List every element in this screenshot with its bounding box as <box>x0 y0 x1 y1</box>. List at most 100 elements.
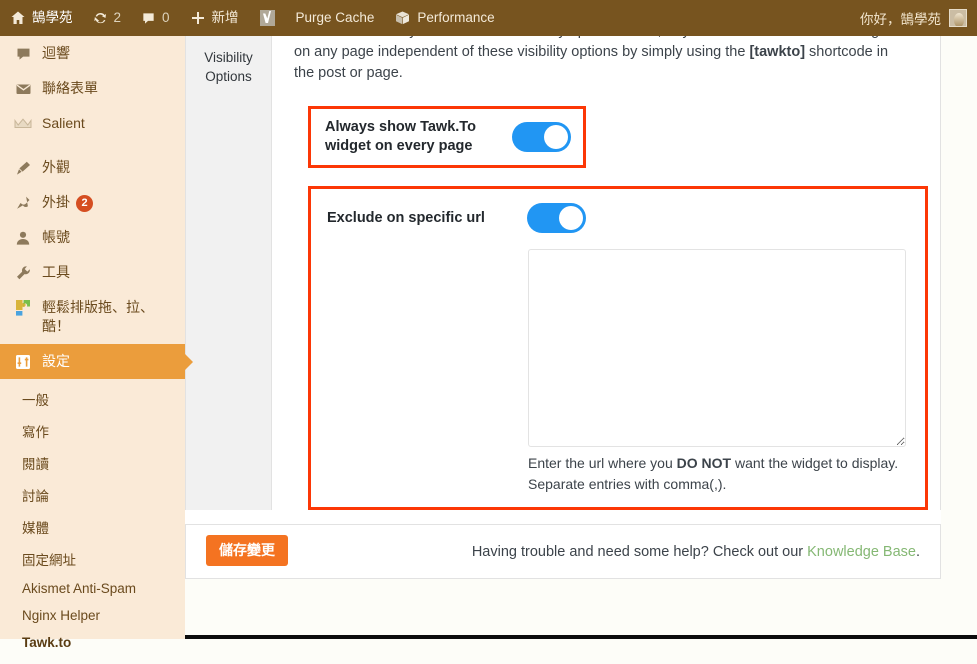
adminbar-comments-count: 0 <box>162 11 170 25</box>
sidebar-item-4[interactable]: 外觀 <box>0 150 185 185</box>
adminbar-performance-label: Performance <box>417 11 494 25</box>
always-show-toggle[interactable] <box>512 122 571 152</box>
sidebar-item-label: 設定 <box>42 352 175 371</box>
brush-icon <box>13 158 33 177</box>
footer-help-text: Having trouble and need some help? Check… <box>472 544 920 560</box>
updates-icon <box>93 11 108 26</box>
table-row: Visibility Options Please Note: that you… <box>186 36 941 510</box>
performance-cube-icon <box>394 10 411 26</box>
envelope-icon <box>13 79 33 98</box>
form-footer: 儲存變更 Having trouble and need some help? … <box>185 524 941 579</box>
sidebar-item-label: 輕鬆排版拖、拉、酷！ <box>42 298 175 336</box>
sidebar-item-label: 外觀 <box>42 158 175 177</box>
adminbar-howdy-label: 你好，鵠學苑 <box>860 8 941 28</box>
note-text: Please Note: that you can use the visibi… <box>294 36 940 84</box>
comment-icon <box>13 44 33 63</box>
puzzle-icon <box>13 298 33 317</box>
always-show-label: Always show Tawk.To widget on every page <box>325 118 502 156</box>
admin-bar-left: 鵠學苑 2 0 新增 <box>0 0 505 36</box>
sidebar-item-label: 聯絡表單 <box>42 79 175 98</box>
footer-help-prefix: Having trouble and need some help? Check… <box>472 544 807 560</box>
exclude-url-toggle[interactable] <box>527 203 586 233</box>
note-shortcode: [tawkto] <box>749 44 805 60</box>
exclude-help-1a: Enter the url where you <box>528 455 677 471</box>
plug-icon <box>13 193 33 212</box>
exclude-url-option-box: Exclude on specific url Enter the url wh… <box>308 186 928 510</box>
exclude-url-label: Exclude on specific url <box>327 210 527 226</box>
adminbar-updates[interactable]: 2 <box>83 0 132 36</box>
note-line-2b: shortcode in <box>805 44 888 60</box>
sidebar-item-1[interactable]: 迴響 <box>0 36 185 71</box>
adminbar-site-name-label: 鵠學苑 <box>32 11 73 25</box>
adminbar-comments[interactable]: 0 <box>131 0 180 36</box>
section-label: Visibility Options <box>204 50 253 84</box>
sidebar-submenu-item-9[interactable]: Tawk.to <box>0 629 185 656</box>
adminbar-performance[interactable]: Performance <box>384 0 504 36</box>
always-show-option-box: Always show Tawk.To widget on every page <box>308 106 586 168</box>
exclude-url-row: Exclude on specific url <box>327 203 925 233</box>
sidebar-item-6[interactable]: 帳號 <box>0 220 185 255</box>
sidebar-item-label: 外掛2 <box>42 193 175 212</box>
plus-icon <box>190 10 206 26</box>
admin-sidebar: 迴響聯絡表單 Salient 外觀外掛2 帳號工具輕鬆排版拖、拉、酷！ 設定 一般寫作閱… <box>0 36 185 639</box>
sidebar-item-2[interactable]: 聯絡表單 <box>0 71 185 106</box>
knowledge-base-link[interactable]: Knowledge Base <box>807 544 916 560</box>
sidebar-menu: 迴響聯絡表單 Salient 外觀外掛2 帳號工具輕鬆排版拖、拉、酷！ 設定 <box>0 36 185 379</box>
adminbar-yoast[interactable] <box>249 0 286 36</box>
adminbar-new-content-label: 新增 <box>212 11 239 25</box>
yoast-icon <box>259 9 276 27</box>
sidebar-item-7[interactable]: 工具 <box>0 255 185 290</box>
adminbar-purge-cache-label: Purge Cache <box>296 11 375 25</box>
sidebar-submenu-item-8[interactable]: Nginx Helper <box>0 602 185 629</box>
sidebar-submenu-item-7[interactable]: Akismet Anti-Spam <box>0 575 185 602</box>
sidebar-submenu-item-5[interactable]: 媒體 <box>0 511 185 543</box>
note-line-2: on any page independent of these visibil… <box>294 42 940 63</box>
main-content: Visibility Options Please Note: that you… <box>185 36 977 639</box>
user-icon <box>13 228 33 247</box>
home-icon <box>10 10 26 26</box>
adminbar-site-name[interactable]: 鵠學苑 <box>0 0 83 36</box>
exclude-url-textarea[interactable] <box>528 249 906 447</box>
note-line-2a: on any page independent of these visibil… <box>294 44 749 60</box>
adminbar-new-content[interactable]: 新增 <box>180 0 249 36</box>
toggle-knob <box>559 206 583 230</box>
sidebar-item-label: Salient <box>42 114 175 133</box>
settings-sliders-icon <box>13 352 33 371</box>
page-right-edge <box>941 36 977 639</box>
wrench-icon <box>13 263 33 282</box>
sidebar-submenu-settings: 一般寫作閱讀討論媒體固定網址Akismet Anti-SpamNginx Hel… <box>0 379 185 664</box>
sidebar-item-9[interactable]: 設定 <box>0 344 185 379</box>
adminbar-updates-count: 2 <box>114 11 122 25</box>
sidebar-item-label: 帳號 <box>42 228 175 247</box>
sidebar-submenu-item-4[interactable]: 討論 <box>0 479 185 511</box>
crown-icon <box>13 114 33 133</box>
sidebar-item-8[interactable]: 輕鬆排版拖、拉、酷！ <box>0 290 185 344</box>
admin-bar: 鵠學苑 2 0 新增 <box>0 0 977 36</box>
adminbar-purge-cache[interactable]: Purge Cache <box>286 0 385 36</box>
toggle-knob <box>544 125 568 149</box>
sidebar-submenu-item-3[interactable]: 閱讀 <box>0 447 185 479</box>
section-label-cell: Visibility Options <box>186 36 272 510</box>
exclude-help-1c: want the widget to display. <box>731 455 898 471</box>
note-line-3: the post or page. <box>294 63 940 84</box>
sidebar-item-badge: 2 <box>76 195 93 212</box>
avatar <box>949 9 967 27</box>
sidebar-item-label: 工具 <box>42 263 175 282</box>
exclude-help-2: Separate entries with comma(,). <box>528 474 908 495</box>
exclude-url-help: Enter the url where you DO NOT want the … <box>528 453 908 495</box>
sidebar-submenu-item-1[interactable]: 一般 <box>0 383 185 415</box>
adminbar-account[interactable]: 你好，鵠學苑 <box>860 8 977 28</box>
sidebar-item-5[interactable]: 外掛2 <box>0 185 185 220</box>
save-button[interactable]: 儲存變更 <box>206 535 288 566</box>
exclude-url-input-column: Enter the url where you DO NOT want the … <box>528 249 925 495</box>
visibility-options-table: Visibility Options Please Note: that you… <box>185 36 941 510</box>
sidebar-item-3[interactable]: Salient <box>0 106 185 141</box>
visibility-options-cell: Please Note: that you can use the visibi… <box>272 36 941 510</box>
sidebar-item-label: 迴響 <box>42 44 175 63</box>
sidebar-submenu-item-2[interactable]: 寫作 <box>0 415 185 447</box>
sidebar-submenu-item-6[interactable]: 固定網址 <box>0 543 185 575</box>
settings-form: Visibility Options Please Note: that you… <box>185 36 941 579</box>
exclude-help-1b: DO NOT <box>677 455 731 471</box>
footer-help-suffix: . <box>916 544 920 560</box>
comment-bubble-icon <box>141 11 156 26</box>
